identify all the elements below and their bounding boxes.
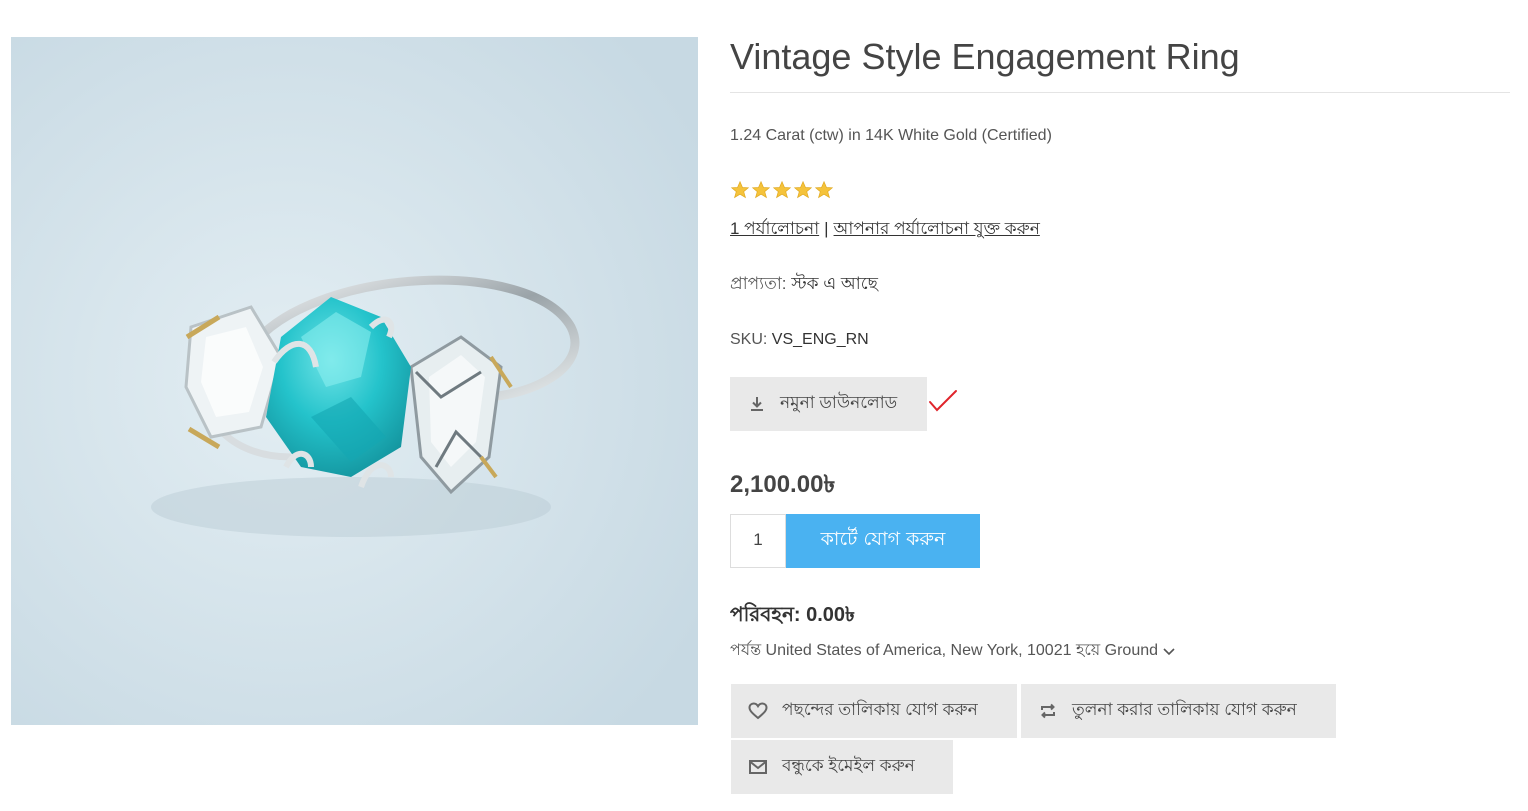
compare-arrows-icon bbox=[1038, 701, 1058, 721]
checkmark-annotation bbox=[929, 390, 957, 412]
star-icon bbox=[814, 180, 834, 200]
availability-value: স্টক এ আছে bbox=[791, 274, 878, 293]
shipping-destination[interactable]: পর্যন্ত United States of America, New Yo… bbox=[730, 637, 1176, 664]
product-price: 2,100.00৳ bbox=[730, 471, 836, 498]
compare-label: তুলনা করার তালিকায় যোগ করুন bbox=[1072, 700, 1297, 719]
title-divider bbox=[730, 92, 1510, 93]
sku-value: VS_ENG_RN bbox=[771, 331, 869, 348]
sku: SKU: VS_ENG_RN bbox=[730, 331, 869, 349]
product-title: Vintage Style Engagement Ring bbox=[730, 36, 1240, 77]
heart-icon bbox=[748, 701, 768, 721]
quantity-input[interactable] bbox=[730, 514, 786, 568]
shipping-label: পরিবহন: bbox=[730, 604, 801, 626]
shipping-value: 0.00৳ bbox=[806, 604, 855, 626]
availability: প্রাপ্যতা: স্টক এ আছে bbox=[730, 271, 878, 299]
product-details: Vintage Style Engagement Ring 1.24 Carat… bbox=[730, 0, 1510, 811]
star-icon bbox=[793, 180, 813, 200]
review-separator: | bbox=[824, 219, 829, 238]
wishlist-label: পছন্দের তালিকায় যোগ করুন bbox=[782, 700, 978, 719]
ring-photo bbox=[11, 37, 698, 725]
download-icon bbox=[747, 394, 767, 414]
review-links: 1 পর্যালোচনা | আপনার পর্যালোচনা যুক্ত করুন bbox=[730, 216, 1040, 244]
short-description: 1.24 Carat (ctw) in 14K White Gold (Cert… bbox=[730, 127, 1052, 144]
envelope-icon bbox=[748, 757, 768, 777]
reviews-count-link[interactable]: 1 পর্যালোচনা bbox=[730, 219, 819, 238]
add-review-link[interactable]: আপনার পর্যালোচনা যুক্ত করুন bbox=[834, 219, 1040, 238]
availability-label: প্রাপ্যতা: bbox=[730, 274, 787, 293]
chevron-down-icon[interactable] bbox=[1162, 644, 1176, 658]
product-image[interactable] bbox=[11, 37, 698, 725]
shipping-cost: পরিবহন: 0.00৳ bbox=[730, 600, 855, 633]
rating-stars bbox=[730, 180, 834, 200]
email-friend-label: বন্ধুকে ইমেইল করুন bbox=[782, 756, 915, 775]
sample-download-label: নমুনা ডাউনলোড bbox=[780, 393, 898, 412]
sku-label: SKU: bbox=[730, 331, 768, 348]
shipping-destination-text: পর্যন্ত United States of America, New Yo… bbox=[730, 642, 1159, 659]
add-to-compare-button[interactable]: তুলনা করার তালিকায় যোগ করুন bbox=[1021, 684, 1336, 738]
star-icon bbox=[730, 180, 750, 200]
add-to-cart-button[interactable]: কার্টে যোগ করুন bbox=[786, 514, 980, 568]
sample-download-button[interactable]: নমুনা ডাউনলোড bbox=[730, 377, 927, 431]
star-icon bbox=[772, 180, 792, 200]
star-icon bbox=[751, 180, 771, 200]
add-to-wishlist-button[interactable]: পছন্দের তালিকায় যোগ করুন bbox=[731, 684, 1017, 738]
email-friend-button[interactable]: বন্ধুকে ইমেইল করুন bbox=[731, 740, 953, 794]
